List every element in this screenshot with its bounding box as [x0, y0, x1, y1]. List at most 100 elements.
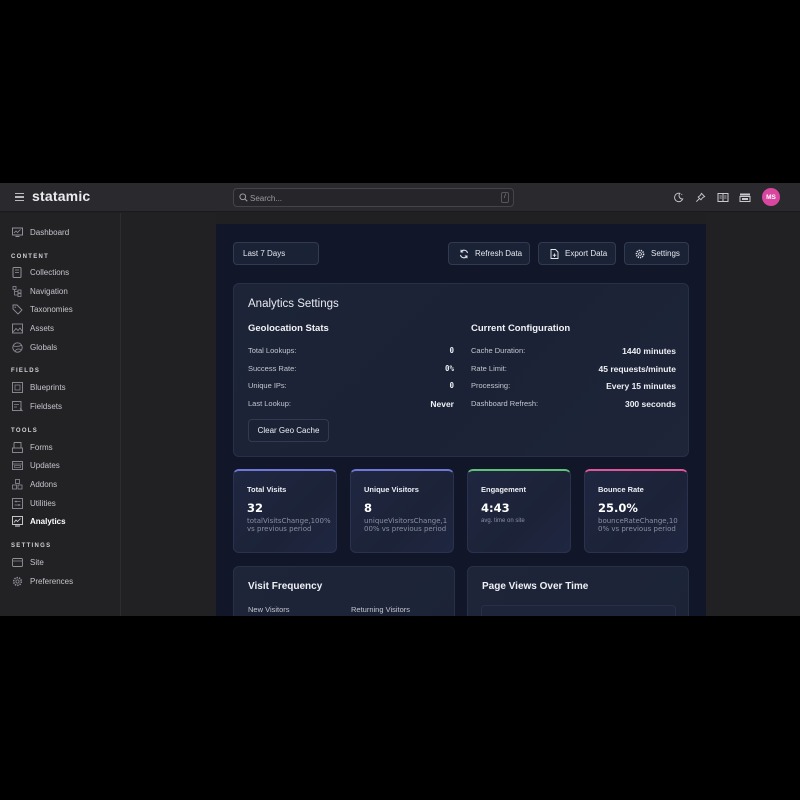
analytics-settings-title: Analytics Settings [248, 298, 339, 310]
config-row: Processing: Every 15 minutes [471, 381, 676, 393]
fieldsets-icon [12, 400, 23, 412]
stat-card-total-visits: Total Visits 32 totalVisitsChange,100% v… [233, 469, 337, 553]
analytics-icon [12, 515, 23, 527]
export-file-icon [549, 248, 559, 259]
settings-label: Settings [651, 249, 680, 258]
sidebar-item-globals[interactable]: Globals [12, 340, 57, 354]
app-window: statamic / MS Dashboard [0, 183, 800, 616]
returning-visitors-label: Returning Visitors [351, 605, 411, 614]
config-row-value: 1440 minutes [622, 346, 676, 356]
sidebar-item-label: Dashboard [30, 227, 70, 237]
sidebar-item-site[interactable]: Site [12, 555, 44, 569]
sidebar-item-collections[interactable]: Collections [12, 265, 69, 279]
sidebar-item-label: Assets [30, 323, 55, 333]
period-select[interactable]: Last 7 Days [233, 242, 319, 265]
refresh-data-label: Refresh Data [475, 249, 523, 258]
search-shortcut-hint: / [501, 192, 509, 203]
visit-frequency-card: Visit Frequency New Visitors Returning V… [233, 566, 455, 616]
menu-toggle-icon[interactable] [15, 193, 24, 201]
forms-icon [12, 441, 23, 453]
sidebar-item-blueprints[interactable]: Blueprints [12, 380, 66, 394]
docs-book-icon[interactable] [716, 191, 729, 204]
user-avatar[interactable]: MS [762, 188, 780, 206]
updates-icon [12, 460, 23, 471]
sidebar-item-preferences[interactable]: Preferences [12, 574, 73, 588]
config-row-label: Rate Limit: [471, 364, 507, 373]
sidebar-item-utilities[interactable]: Utilities [12, 496, 56, 510]
tag-icon [12, 304, 23, 315]
theme-toggle-icon[interactable] [672, 191, 685, 204]
brand-logo[interactable]: statamic [32, 188, 90, 204]
page-views-chart-area [481, 605, 676, 616]
sidebar-item-label: Forms [30, 442, 53, 452]
sidebar-item-label: Preferences [30, 576, 74, 586]
stat-value: 4:43 [481, 501, 510, 515]
sidebar-item-fieldsets[interactable]: Fieldsets [12, 399, 62, 413]
sidebar-item-label: Updates [30, 460, 60, 470]
site-icon [12, 557, 23, 568]
sidebar-item-label: Blueprints [30, 382, 66, 392]
geo-row: Success Rate: 0% [248, 364, 454, 376]
global-search[interactable]: / [233, 188, 514, 207]
sidebar-item-analytics[interactable]: Analytics [12, 514, 66, 528]
stat-label: Unique Visitors [364, 485, 419, 494]
settings-button[interactable]: Settings [624, 242, 689, 265]
geo-row-value: Never [430, 399, 454, 409]
clear-geo-cache-button[interactable]: Clear Geo Cache [248, 419, 329, 442]
content-gutter-right [706, 213, 800, 616]
sidebar-item-forms[interactable]: Forms [12, 440, 53, 454]
pin-icon[interactable] [694, 191, 707, 204]
stat-change: totalVisitsChange,100% vs previous perio… [247, 517, 331, 533]
search-icon [239, 193, 248, 202]
sidebar-item-label: Navigation [30, 286, 68, 296]
sidebar-item-navigation[interactable]: Navigation [12, 284, 68, 298]
stat-change: avg. time on site [481, 518, 525, 524]
assets-icon [12, 323, 23, 334]
sidebar: Dashboard CONTENT Collections Navigation… [0, 213, 121, 616]
dashboard-icon [12, 227, 23, 238]
export-data-button[interactable]: Export Data [538, 242, 616, 265]
search-input[interactable] [250, 191, 490, 205]
sidebar-item-updates[interactable]: Updates [12, 458, 60, 472]
sidebar-item-taxonomies[interactable]: Taxonomies [12, 302, 73, 316]
geo-row: Unique IPs: 0 [248, 381, 454, 393]
sidebar-item-label: Globals [30, 342, 58, 352]
sidebar-item-assets[interactable]: Assets [12, 321, 54, 335]
sidebar-item-dashboard[interactable]: Dashboard [12, 225, 69, 239]
stat-card-unique-visitors: Unique Visitors 8 uniqueVisitorsChange,1… [350, 469, 454, 553]
site-switcher-icon[interactable] [738, 191, 751, 204]
navigation-icon [12, 285, 23, 297]
preferences-gear-icon [12, 576, 23, 587]
geo-row-label: Last Lookup: [248, 399, 291, 408]
config-row-label: Dashboard Refresh: [471, 399, 539, 408]
page-views-card: Page Views Over Time [467, 566, 689, 616]
analytics-main: Last 7 Days Refresh Data Export Data Set… [216, 224, 706, 616]
sidebar-item-addons[interactable]: Addons [12, 477, 57, 491]
content-gutter-left [121, 213, 216, 616]
config-row-value: 45 requests/minute [598, 364, 676, 374]
geo-row-label: Unique IPs: [248, 381, 287, 390]
stat-card-bounce-rate: Bounce Rate 25.0% bounceRateChange,100% … [584, 469, 688, 553]
stat-change: bounceRateChange,100% vs previous period [598, 517, 678, 533]
stat-label: Engagement [481, 485, 527, 494]
section-fields: FIELDS [11, 368, 41, 374]
geo-row-value: 0 [449, 346, 454, 355]
gear-icon [635, 249, 645, 259]
top-bar: statamic / MS [0, 183, 800, 212]
config-row: Dashboard Refresh: 300 seconds [471, 399, 676, 411]
sidebar-item-label: Addons [30, 479, 58, 489]
export-data-label: Export Data [565, 249, 608, 258]
stat-value: 25.0% [598, 501, 638, 515]
refresh-icon [459, 249, 469, 259]
sidebar-item-label: Site [30, 557, 44, 567]
stat-label: Total Visits [247, 485, 287, 494]
stat-value: 8 [364, 501, 373, 515]
current-configuration-title: Current Configuration [471, 323, 571, 334]
refresh-data-button[interactable]: Refresh Data [448, 242, 530, 265]
geo-row: Total Lookups: 0 [248, 346, 454, 358]
collections-icon [12, 266, 23, 278]
top-icons: MS [672, 188, 780, 206]
config-row-value: 300 seconds [624, 399, 676, 409]
section-content: CONTENT [11, 254, 50, 260]
config-row-label: Processing: [471, 381, 511, 390]
